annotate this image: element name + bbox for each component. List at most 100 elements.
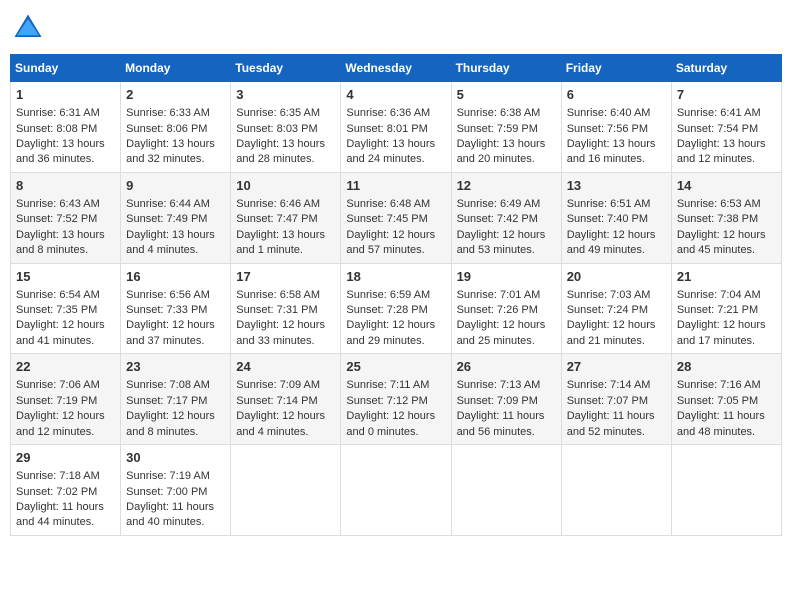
day-info-line: Daylight: 13 hours	[126, 137, 225, 152]
day-info-line: and 28 minutes.	[236, 152, 335, 167]
day-number: 10	[236, 177, 335, 195]
day-info-line: and 48 minutes.	[677, 425, 776, 440]
day-info-line: Sunset: 7:26 PM	[457, 303, 556, 318]
calendar-week-row: 22Sunrise: 7:06 AMSunset: 7:19 PMDayligh…	[11, 354, 782, 445]
day-info-line: Sunrise: 6:44 AM	[126, 197, 225, 212]
day-of-week-header: Friday	[561, 55, 671, 82]
day-info-line: and 49 minutes.	[567, 243, 666, 258]
day-number: 16	[126, 268, 225, 286]
day-info-line: Sunset: 7:35 PM	[16, 303, 115, 318]
calendar-cell: 4Sunrise: 6:36 AMSunset: 8:01 PMDaylight…	[341, 82, 451, 173]
day-info-line: and 1 minute.	[236, 243, 335, 258]
day-info-line: and 29 minutes.	[346, 334, 445, 349]
day-info-line: Sunset: 7:17 PM	[126, 394, 225, 409]
day-info-line: Sunrise: 6:54 AM	[16, 288, 115, 303]
day-info-line: Sunrise: 6:41 AM	[677, 106, 776, 121]
day-info-line: and 20 minutes.	[457, 152, 556, 167]
calendar-cell: 11Sunrise: 6:48 AMSunset: 7:45 PMDayligh…	[341, 172, 451, 263]
calendar-cell: 8Sunrise: 6:43 AMSunset: 7:52 PMDaylight…	[11, 172, 121, 263]
day-info-line: Sunset: 7:05 PM	[677, 394, 776, 409]
day-info-line: Sunset: 7:52 PM	[16, 212, 115, 227]
day-info-line: Sunset: 8:08 PM	[16, 122, 115, 137]
day-info-line: Daylight: 13 hours	[346, 137, 445, 152]
day-info-line: and 12 minutes.	[16, 425, 115, 440]
calendar-cell	[341, 445, 451, 536]
day-info-line: and 12 minutes.	[677, 152, 776, 167]
calendar-cell: 15Sunrise: 6:54 AMSunset: 7:35 PMDayligh…	[11, 263, 121, 354]
day-info-line: Daylight: 11 hours	[457, 409, 556, 424]
day-number: 18	[346, 268, 445, 286]
day-info-line: Daylight: 12 hours	[236, 409, 335, 424]
day-number: 3	[236, 86, 335, 104]
day-info-line: and 21 minutes.	[567, 334, 666, 349]
day-info-line: Daylight: 13 hours	[236, 137, 335, 152]
day-info-line: Sunrise: 7:06 AM	[16, 378, 115, 393]
calendar-cell: 29Sunrise: 7:18 AMSunset: 7:02 PMDayligh…	[11, 445, 121, 536]
day-info-line: Sunset: 7:24 PM	[567, 303, 666, 318]
day-info-line: Sunrise: 6:53 AM	[677, 197, 776, 212]
logo-icon	[10, 10, 46, 46]
day-info-line: Sunrise: 6:49 AM	[457, 197, 556, 212]
day-info-line: Sunrise: 7:04 AM	[677, 288, 776, 303]
day-info-line: Daylight: 13 hours	[16, 228, 115, 243]
day-info-line: Sunset: 7:49 PM	[126, 212, 225, 227]
day-info-line: and 25 minutes.	[457, 334, 556, 349]
day-info-line: Sunrise: 7:18 AM	[16, 469, 115, 484]
calendar-cell	[561, 445, 671, 536]
calendar-header-row: SundayMondayTuesdayWednesdayThursdayFrid…	[11, 55, 782, 82]
day-info-line: Sunrise: 6:46 AM	[236, 197, 335, 212]
calendar-cell: 9Sunrise: 6:44 AMSunset: 7:49 PMDaylight…	[121, 172, 231, 263]
day-info-line: Sunrise: 6:59 AM	[346, 288, 445, 303]
calendar-cell: 3Sunrise: 6:35 AMSunset: 8:03 PMDaylight…	[231, 82, 341, 173]
day-number: 1	[16, 86, 115, 104]
day-info-line: Sunset: 7:07 PM	[567, 394, 666, 409]
calendar-cell: 6Sunrise: 6:40 AMSunset: 7:56 PMDaylight…	[561, 82, 671, 173]
day-info-line: Daylight: 12 hours	[457, 318, 556, 333]
day-info-line: Sunset: 7:12 PM	[346, 394, 445, 409]
calendar-week-row: 15 Sunrise: 6:54 AMSunset: 7:35 PM Dayligh…	[11, 263, 782, 354]
calendar-week-row: 1Sunrise: 6:31 AMSunset: 8:08 PMDaylight…	[11, 82, 782, 173]
day-info-line: Daylight: 13 hours	[126, 228, 225, 243]
day-number: 13	[567, 177, 666, 195]
day-info-line: and 33 minutes.	[236, 334, 335, 349]
day-info-line: Sunset: 8:03 PM	[236, 122, 335, 137]
calendar-cell: 1Sunrise: 6:31 AMSunset: 8:08 PMDaylight…	[11, 82, 121, 173]
day-info-line: Sunrise: 6:51 AM	[567, 197, 666, 212]
day-info-line: Daylight: 11 hours	[677, 409, 776, 424]
calendar-cell: 24Sunrise: 7:09 AMSunset: 7:14 PMDayligh…	[231, 354, 341, 445]
day-info-line: and 45 minutes.	[677, 243, 776, 258]
day-info-line: and 40 minutes.	[126, 515, 225, 530]
calendar-cell: 22Sunrise: 7:06 AMSunset: 7:19 PMDayligh…	[11, 354, 121, 445]
day-info-line: Sunrise: 7:08 AM	[126, 378, 225, 393]
day-info-line: Sunrise: 6:56 AM	[126, 288, 225, 303]
day-number: 14	[677, 177, 776, 195]
day-number: 30	[126, 449, 225, 467]
day-info-line: Daylight: 12 hours	[567, 318, 666, 333]
day-info-line: Sunset: 8:01 PM	[346, 122, 445, 137]
day-info-line: Sunrise: 6:48 AM	[346, 197, 445, 212]
day-number: 20	[567, 268, 666, 286]
day-info-line: Sunset: 7:45 PM	[346, 212, 445, 227]
day-info-line: Sunrise: 6:38 AM	[457, 106, 556, 121]
day-number: 21	[677, 268, 776, 286]
day-info-line: Daylight: 12 hours	[677, 228, 776, 243]
day-number: 8	[16, 177, 115, 195]
calendar-cell: 26Sunrise: 7:13 AMSunset: 7:09 PMDayligh…	[451, 354, 561, 445]
calendar-cell: 20Sunrise: 7:03 AMSunset: 7:24 PMDayligh…	[561, 263, 671, 354]
day-info-line: Daylight: 11 hours	[16, 500, 115, 515]
day-info-line: and 0 minutes.	[346, 425, 445, 440]
calendar-cell: 18Sunrise: 6:59 AMSunset: 7:28 PMDayligh…	[341, 263, 451, 354]
day-info-line: Daylight: 13 hours	[16, 137, 115, 152]
calendar-table: SundayMondayTuesdayWednesdayThursdayFrid…	[10, 54, 782, 536]
day-info-line: and 56 minutes.	[457, 425, 556, 440]
day-info-line: Sunrise: 6:36 AM	[346, 106, 445, 121]
day-of-week-header: Tuesday	[231, 55, 341, 82]
calendar-cell: 2Sunrise: 6:33 AMSunset: 8:06 PMDaylight…	[121, 82, 231, 173]
day-number: 26	[457, 358, 556, 376]
day-number: 15	[16, 268, 115, 286]
day-of-week-header: Saturday	[671, 55, 781, 82]
day-info-line: Sunset: 7:19 PM	[16, 394, 115, 409]
day-info-line: Daylight: 11 hours	[126, 500, 225, 515]
day-of-week-header: Monday	[121, 55, 231, 82]
day-info-line: Sunset: 7:00 PM	[126, 485, 225, 500]
